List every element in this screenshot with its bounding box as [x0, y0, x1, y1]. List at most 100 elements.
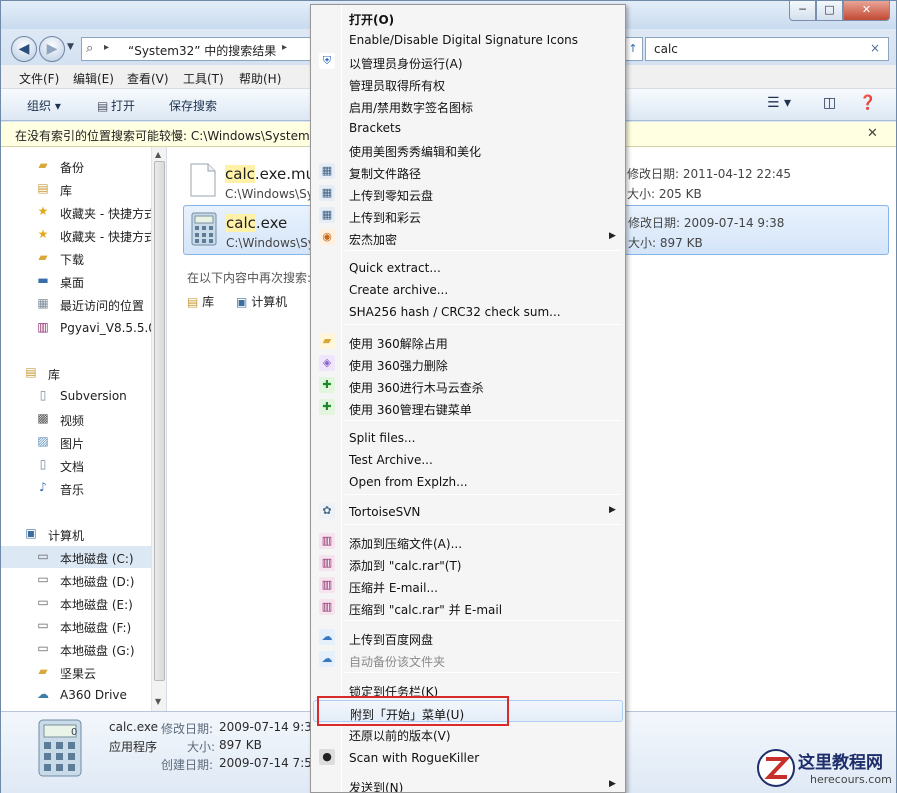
context-menu-item[interactable]: ✚ 使用 360管理右键菜单 [313, 396, 623, 418]
sidebar-item[interactable]: ★ 收藏夹 - 快捷方式 [1, 201, 156, 223]
sidebar-item[interactable]: ▭ 本地磁盘 (G:) [1, 638, 151, 660]
clear-search-icon[interactable]: × [870, 41, 880, 55]
sidebar-item[interactable]: ▬ 桌面 [1, 270, 151, 292]
breadcrumb-separator[interactable]: ▸ [282, 42, 287, 53]
breadcrumb-segment[interactable]: “System32” 中的搜索结果 [128, 42, 276, 59]
maximize-button[interactable]: □ [816, 1, 843, 21]
sidebar-item[interactable]: ▦ 最近访问的位置 [1, 293, 151, 315]
search-again-library[interactable]: ▤ 库 [187, 293, 214, 310]
sidebar-item[interactable]: ★ 收藏夹 - 快捷方式 [1, 224, 156, 246]
sidebar-item[interactable]: ▯ Subversion [1, 385, 151, 407]
forward-button[interactable]: ▶ [39, 36, 65, 62]
file-size: 大小: 897 KB [628, 236, 703, 250]
breadcrumb-separator[interactable]: ▸ [104, 42, 109, 53]
context-menu-item[interactable]: ✿ TortoiseSVN ▶ [313, 500, 623, 522]
context-menu-item[interactable]: ● Scan with RogueKiller [313, 746, 623, 768]
drive-icon: ▭ [37, 618, 49, 632]
sidebar-item-label: 备份 [60, 161, 85, 175]
logo-z-icon [757, 749, 795, 787]
sidebar-item[interactable]: ▭ 本地磁盘 (E:) [1, 592, 151, 614]
menu-view[interactable]: 查看(V) [127, 70, 169, 87]
context-menu-item[interactable]: Brackets [313, 116, 623, 138]
context-menu-item[interactable]: Test Archive... [313, 448, 623, 470]
context-menu-item[interactable]: SHA256 hash / CRC32 check sum... [313, 300, 623, 322]
context-menu-item[interactable]: ▥ 压缩到 "calc.rar" 并 E-mail [313, 596, 623, 618]
nav-scroll-thumb[interactable] [154, 161, 165, 681]
sidebar-item[interactable]: ▰ 备份 [1, 155, 151, 177]
sidebar-item[interactable]: ♪ 音乐 [1, 477, 151, 499]
context-menu-item[interactable]: 使用美图秀秀编辑和美化 [313, 138, 623, 160]
context-menu-item[interactable]: ◈ 使用 360强力删除 [313, 352, 623, 374]
menu-help[interactable]: 帮助(H) [239, 70, 281, 87]
context-menu-item[interactable]: ▦ 复制文件路径 [313, 160, 623, 182]
winrar-icon: ▥ [37, 320, 49, 334]
context-menu-item[interactable]: ▥ 添加到 "calc.rar"(T) [313, 552, 623, 574]
context-menu-item[interactable]: ✚ 使用 360进行木马云查杀 [313, 374, 623, 396]
sidebar-item[interactable]: ▨ 图片 [1, 431, 151, 453]
refresh-button[interactable]: ↑ [623, 37, 643, 61]
context-menu-item[interactable]: ▦ 上传到零知云盘 [313, 182, 623, 204]
sidebar-item-label: 本地磁盘 (G:) [60, 644, 135, 658]
close-button[interactable]: ✕ [843, 1, 890, 21]
sidebar-item[interactable]: ▭ 本地磁盘 (D:) [1, 569, 151, 591]
nav-scrollbar[interactable]: ▲ ▼ [151, 147, 166, 711]
sidebar-item[interactable]: ▣ 计算机 [1, 523, 151, 545]
details-created: 2009-07-14 7:57 [219, 756, 320, 770]
sidebar-item[interactable]: ▰ 坚果云 [1, 661, 151, 683]
menu-edit[interactable]: 编辑(E) [73, 70, 114, 87]
view-options-icon[interactable]: ☰ ▾ [767, 95, 791, 111]
recent-icon: ▦ [37, 296, 49, 310]
sidebar-item[interactable]: ▭ 本地磁盘 (C:) [1, 546, 151, 568]
sidebar-item[interactable]: ▤ 库 [1, 362, 151, 384]
context-menu-label: 使用美图秀秀编辑和美化 [349, 145, 482, 159]
context-menu-item[interactable]: 打开(O) [313, 6, 623, 28]
360-icon: ✚ [319, 377, 335, 393]
context-menu-label: 还原以前的版本(V) [349, 729, 451, 743]
sidebar-item[interactable]: ▯ 文档 [1, 454, 151, 476]
context-menu-item[interactable]: Create archive... [313, 278, 623, 300]
context-menu-item[interactable]: ▦ 上传到和彩云 [313, 204, 623, 226]
sidebar-item[interactable]: ☁ A360 Drive [1, 684, 151, 706]
preview-pane-icon[interactable]: ◫ [823, 95, 836, 111]
cloud-icon: ☁ [37, 687, 49, 701]
file-icon [190, 163, 216, 197]
sidebar-item[interactable]: ▩ 视频 [1, 408, 151, 430]
menu-tools[interactable]: 工具(T) [183, 70, 224, 87]
context-menu-item[interactable]: Enable/Disable Digital Signature Icons [313, 28, 623, 50]
context-menu-item[interactable]: ◉ 宏杰加密 ▶ [313, 226, 623, 248]
context-menu-item[interactable]: ▰ 使用 360解除占用 [313, 330, 623, 352]
context-menu-item[interactable]: ⛨ 以管理员身份运行(A) [313, 50, 623, 72]
sidebar-item-label: 视频 [60, 414, 85, 428]
context-menu-item[interactable]: 发送到(N) ▶ [313, 774, 623, 792]
back-button[interactable]: ◀ [11, 36, 37, 62]
scroll-down-icon[interactable]: ▼ [155, 697, 161, 706]
refresh-icon: ↑ [628, 42, 638, 55]
help-icon[interactable]: ❓ [859, 95, 876, 111]
context-menu-item[interactable]: ▥ 添加到压缩文件(A)... [313, 530, 623, 552]
address-bar[interactable]: ⌕ ▸ “System32” 中的搜索结果 ▸ [81, 37, 311, 61]
menu-file[interactable]: 文件(F) [19, 70, 59, 87]
save-search-button[interactable]: 保存搜索 [169, 97, 217, 114]
context-menu-item[interactable]: Quick extract... [313, 256, 623, 278]
search-again-computer[interactable]: ▣ 计算机 [236, 293, 287, 310]
sidebar-item[interactable]: ▰ 下载 [1, 247, 151, 269]
scroll-up-icon[interactable]: ▲ [155, 150, 161, 159]
sidebar-item[interactable]: ▥ Pgyavi_V8.5.5.0_ [1, 317, 162, 339]
history-dropdown-icon[interactable]: ▼ [67, 42, 74, 52]
sidebar-item[interactable]: ▭ 本地磁盘 (F:) [1, 615, 151, 637]
navigation-pane: ▰ 备份 ▤ 库 ★ 收藏夹 - 快捷方式 ★ 收藏夹 - 快捷方式 ▰ 下载 ▬ 桌面 ▦ 最近访问的位… [1, 147, 167, 711]
context-menu-item[interactable]: 启用/禁用数字签名图标 [313, 94, 623, 116]
search-input[interactable]: calc × [645, 37, 889, 61]
folder-icon: ▰ [38, 158, 48, 172]
minimize-button[interactable]: ─ [789, 1, 816, 21]
context-menu-item[interactable]: Open from Explzh... [313, 470, 623, 492]
context-menu-item[interactable]: 管理员取得所有权 [313, 72, 623, 94]
search-folder-icon: ⌕ [86, 41, 94, 56]
context-menu-item[interactable]: Split files... [313, 426, 623, 448]
context-menu-item[interactable]: ☁ 上传到百度网盘 [313, 626, 623, 648]
organize-button[interactable]: 组织 ▾ [27, 97, 61, 114]
context-menu-item[interactable]: ▥ 压缩并 E-mail... [313, 574, 623, 596]
sidebar-item[interactable]: ▤ 库 [1, 178, 151, 200]
info-close-icon[interactable]: ✕ [867, 126, 878, 141]
open-button[interactable]: ▤ 打开 [97, 97, 135, 114]
